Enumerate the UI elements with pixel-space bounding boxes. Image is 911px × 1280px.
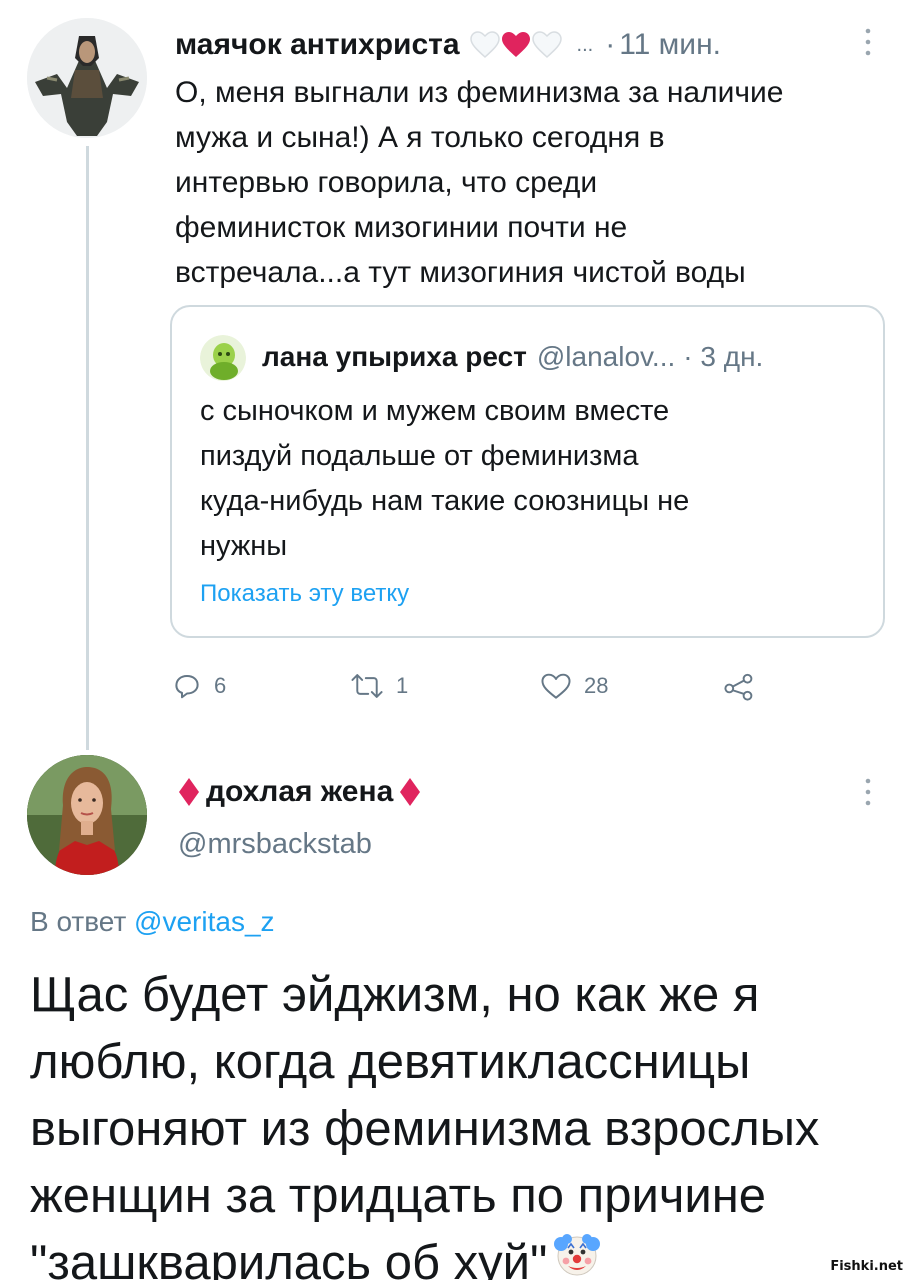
more-options-icon[interactable] xyxy=(863,776,873,808)
author-avatar[interactable] xyxy=(27,755,147,875)
quoted-tweet-text: с сыночком и мужем своим вместе пиздуй п… xyxy=(200,395,690,562)
author-name[interactable]: дохлая жена xyxy=(206,775,393,809)
retweet-button[interactable]: 1 xyxy=(350,666,408,706)
watermark: Fishki.net xyxy=(830,1259,903,1274)
author-name[interactable]: маячок антихриста xyxy=(175,28,460,62)
tweet-header: маячок антихриста ... · 11 мин. xyxy=(175,20,895,70)
thread-line xyxy=(86,146,89,750)
reply-button[interactable]: 6 xyxy=(172,666,226,706)
clown-face-icon xyxy=(553,1229,601,1280)
quoted-author-handle: @lanalov... xyxy=(536,341,676,372)
red-heart-icon xyxy=(501,32,530,57)
replying-to-label: В ответ xyxy=(30,906,135,937)
replying-to-handle[interactable]: @veritas_z xyxy=(134,906,274,937)
author-handle[interactable]: @mrsbackstab xyxy=(178,828,372,861)
author-avatar[interactable] xyxy=(27,18,147,138)
quoted-author-avatar xyxy=(200,335,246,381)
reply-count: 6 xyxy=(214,673,227,698)
retweet-icon xyxy=(351,674,383,698)
quoted-tweet-time: · 3 дн. xyxy=(683,341,764,372)
share-button[interactable] xyxy=(722,666,756,706)
like-button[interactable]: 28 xyxy=(540,666,608,706)
separator-dot: · xyxy=(605,28,616,61)
tweet-text: Щас будет эйджизм, но как же я люблю, ко… xyxy=(30,962,900,1280)
tweet-text-body: Щас будет эйджизм, но как же я люблю, ко… xyxy=(30,968,820,1280)
tweet-time[interactable]: 11 мин. xyxy=(619,28,721,62)
share-icon xyxy=(724,673,753,701)
name-emoji-group xyxy=(469,31,563,59)
white-heart-icon xyxy=(469,31,500,59)
white-heart-icon xyxy=(531,31,562,59)
name-truncation: ... xyxy=(576,33,594,56)
red-diamond-icon xyxy=(400,778,421,806)
quoted-author-name: лана упыриха рест xyxy=(262,341,527,372)
show-thread-link[interactable]: Показать эту ветку xyxy=(200,580,409,608)
tweet-text: О, меня выгнали из феминизма за наличие … xyxy=(175,76,784,289)
more-options-icon[interactable] xyxy=(863,26,873,58)
red-diamond-icon xyxy=(179,778,199,806)
retweet-count: 1 xyxy=(396,673,409,698)
like-heart-icon xyxy=(541,673,571,699)
author-name-row: дохлая жена xyxy=(178,770,421,814)
quoted-tweet-card[interactable]: лана упыриха рест @lanalov... · 3 дн. с … xyxy=(170,305,885,638)
replying-to: В ответ @veritas_z xyxy=(30,906,275,938)
quoted-tweet-header: лана упыриха рест @lanalov... · 3 дн. xyxy=(262,337,763,377)
like-count: 28 xyxy=(584,673,609,698)
reply-icon xyxy=(175,675,199,699)
